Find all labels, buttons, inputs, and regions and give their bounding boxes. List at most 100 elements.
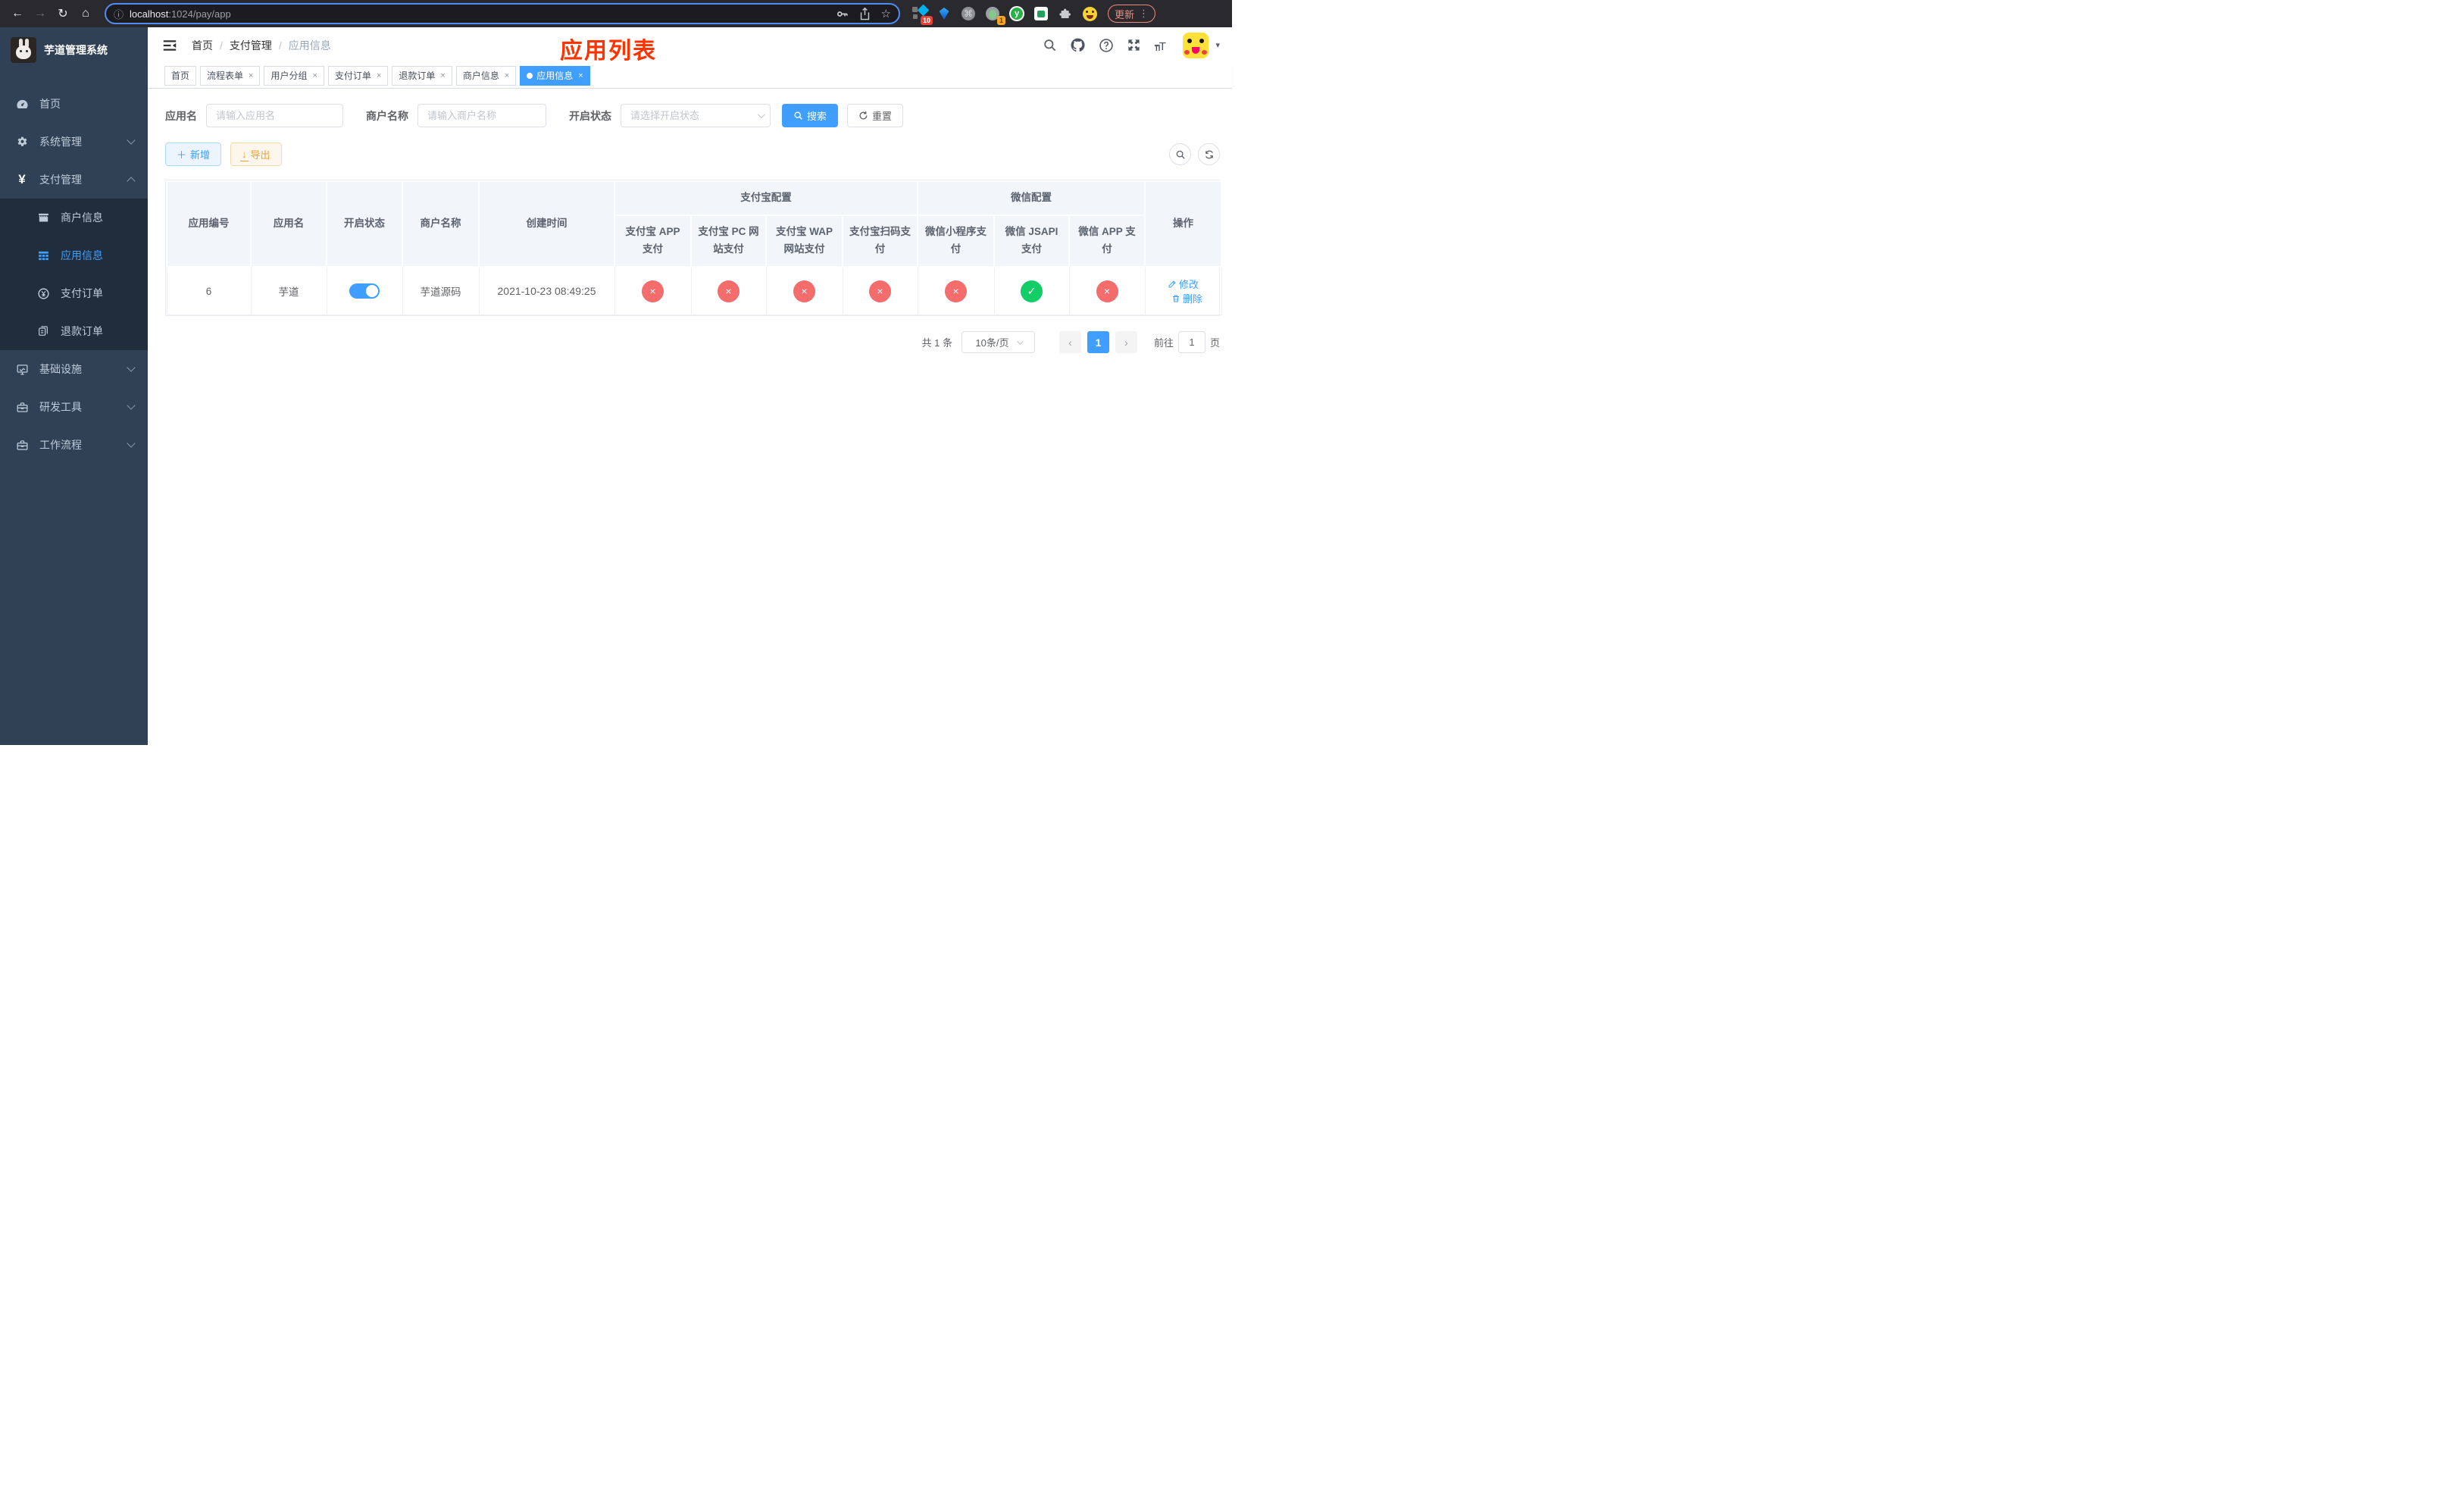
app-name-input[interactable]: [206, 104, 343, 127]
breadcrumb: 首页 / 支付管理 / 应用信息: [192, 38, 331, 53]
close-icon[interactable]: ×: [312, 71, 317, 80]
documents-icon: [36, 325, 50, 337]
sidebar-item-app-info[interactable]: 应用信息: [0, 236, 148, 274]
alipay-app-status-icon: ×: [642, 280, 664, 302]
page-size-select[interactable]: 10条/页: [961, 331, 1035, 354]
font-size-icon[interactable]: TT: [1154, 39, 1170, 52]
extensions-puzzle-icon[interactable]: [1058, 6, 1073, 21]
chevron-down-icon: [127, 439, 136, 448]
sidebar-item-payment[interactable]: ¥ 支付管理: [0, 161, 148, 199]
app-logo-row[interactable]: 芋道管理系统: [0, 27, 148, 71]
yuan-icon: ¥: [18, 172, 26, 186]
url-path: :1024/pay/app: [168, 8, 231, 20]
browser-home-icon[interactable]: ⌂: [76, 4, 95, 23]
sidebar-item-refund-orders[interactable]: 退款订单: [0, 312, 148, 350]
tab-refund-orders[interactable]: 退款订单 ×: [392, 65, 452, 86]
close-icon[interactable]: ×: [505, 71, 509, 80]
browser-forward-icon[interactable]: →: [30, 4, 50, 23]
sidebar-item-payment-orders[interactable]: 支付订单: [0, 274, 148, 312]
reset-button[interactable]: 重置: [847, 104, 904, 127]
browser-update-button[interactable]: 更新 ⋮: [1108, 5, 1156, 23]
download-icon: ↓: [240, 149, 248, 161]
chevron-up-icon: [127, 177, 136, 186]
help-icon[interactable]: [1099, 38, 1114, 53]
extension-badge: 10: [920, 16, 933, 25]
search-icon: [794, 111, 802, 120]
toggle-search-button[interactable]: [1169, 143, 1191, 165]
bookmark-star-icon[interactable]: ☆: [881, 7, 891, 20]
browser-menu-icon[interactable]: ⋮: [1139, 8, 1149, 20]
extension-chat-icon[interactable]: [1033, 6, 1049, 21]
col-app-id: 应用编号: [166, 180, 252, 268]
header-search-icon[interactable]: [1043, 38, 1057, 52]
table-row: 6 芋道 芋道源码 2021-10-23 08:49:25 × × × × × …: [166, 266, 1222, 316]
tab-process-form[interactable]: 流程表单 ×: [200, 65, 261, 86]
goto-label: 前往: [1153, 337, 1174, 349]
app-table: 应用编号 应用名 开启状态 商户名称 创建时间 支付宝配置 微信配置 操作 支付…: [165, 180, 1223, 317]
delete-link[interactable]: 删除: [1171, 291, 1202, 305]
extension-diamond-icon[interactable]: 10: [912, 4, 933, 25]
fullscreen-icon[interactable]: [1127, 38, 1141, 52]
extension-avatar-icon[interactable]: 1: [985, 6, 1005, 25]
tab-merchant-info[interactable]: 商户信息 ×: [455, 65, 517, 86]
breadcrumb-payment[interactable]: 支付管理: [230, 38, 272, 53]
payment-submenu: 商户信息 应用信息 支付订单 退款订单: [0, 199, 148, 350]
edit-link[interactable]: 修改: [1168, 277, 1199, 291]
status-toggle[interactable]: [349, 283, 380, 299]
goto-page-input[interactable]: [1177, 331, 1205, 354]
sidebar-item-workflow[interactable]: 工作流程: [0, 426, 148, 464]
tab-home[interactable]: 首页: [164, 65, 197, 86]
sidebar-item-merchant-info[interactable]: 商户信息: [0, 199, 148, 236]
extension-y-icon[interactable]: y: [1009, 6, 1024, 21]
export-button[interactable]: ↓ 导出: [230, 142, 282, 166]
close-icon[interactable]: ×: [377, 71, 381, 80]
refresh-icon: [1205, 150, 1213, 158]
wechat-app-status-icon: ×: [1096, 280, 1118, 302]
sidebar-item-home[interactable]: 首页: [0, 85, 148, 123]
alipay-pc-status-icon: ×: [718, 280, 740, 302]
refresh-table-button[interactable]: [1198, 143, 1220, 165]
profile-emoji-icon[interactable]: [1082, 6, 1097, 21]
extension-gem-icon[interactable]: [937, 6, 952, 21]
col-wechat-jsapi: 微信 JSAPI 支付: [993, 214, 1070, 268]
sidebar-item-system[interactable]: 系统管理: [0, 123, 148, 161]
close-icon[interactable]: ×: [578, 71, 583, 80]
search-button[interactable]: 搜索: [782, 104, 839, 127]
merchant-name-input[interactable]: [417, 104, 546, 127]
col-status: 开启状态: [326, 180, 403, 268]
chevron-down-icon: [127, 136, 136, 145]
col-wechat-mini: 微信小程序支付: [917, 214, 995, 268]
tab-user-group[interactable]: 用户分组 ×: [264, 65, 324, 86]
goto-unit: 页: [1209, 337, 1220, 349]
tab-app-info[interactable]: 应用信息 ×: [520, 65, 590, 86]
close-icon[interactable]: ×: [440, 71, 445, 80]
close-icon[interactable]: ×: [249, 71, 253, 80]
sidebar-item-devtools[interactable]: 研发工具: [0, 388, 148, 426]
col-actions: 操作: [1144, 180, 1223, 268]
next-page-button[interactable]: ›: [1115, 331, 1137, 354]
github-icon[interactable]: [1070, 37, 1086, 53]
user-menu-caret-icon[interactable]: ▾: [1215, 40, 1220, 50]
status-select[interactable]: [621, 104, 771, 127]
col-alipay-wap: 支付宝 WAP 网站支付: [765, 214, 843, 268]
password-key-icon[interactable]: [836, 8, 849, 20]
tab-payment-orders[interactable]: 支付订单 ×: [327, 65, 389, 86]
browser-back-icon[interactable]: ←: [8, 4, 27, 23]
url-host: localhost: [130, 8, 169, 20]
sidebar-collapse-icon[interactable]: [158, 35, 181, 56]
address-bar[interactable]: ⓘ localhost:1024/pay/app ☆: [105, 3, 900, 24]
cell-created-at: 2021-10-23 08:49:25: [478, 266, 615, 316]
browser-reload-icon[interactable]: ↻: [53, 4, 73, 23]
share-icon[interactable]: [859, 7, 871, 20]
add-button[interactable]: ＋ 新增: [165, 142, 222, 166]
sidebar-item-infrastructure[interactable]: 基础设施: [0, 350, 148, 388]
breadcrumb-home[interactable]: 首页: [192, 38, 213, 53]
site-info-icon[interactable]: ⓘ: [114, 7, 124, 21]
prev-page-button[interactable]: ‹: [1058, 331, 1081, 354]
svg-text:T: T: [1159, 40, 1166, 52]
page-1-button[interactable]: 1: [1087, 331, 1109, 354]
dashboard-icon: [15, 98, 29, 111]
browser-toolbar: ← → ↻ ⌂ ⓘ localhost:1024/pay/app ☆ 10 ⌘ …: [0, 0, 1232, 27]
extension-command-icon[interactable]: ⌘: [961, 6, 976, 21]
user-avatar[interactable]: [1183, 32, 1209, 58]
